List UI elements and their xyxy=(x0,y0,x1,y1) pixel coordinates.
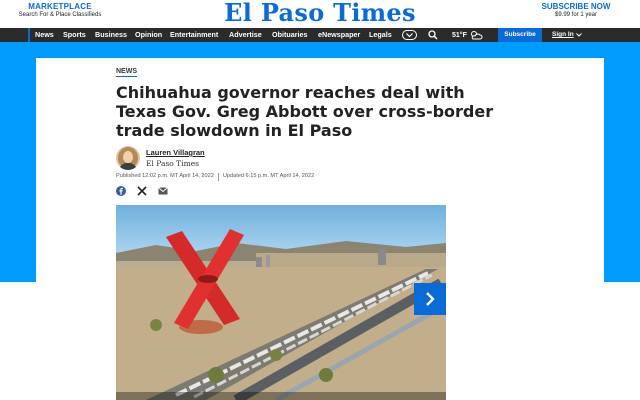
subscribe-button[interactable]: Subscribe xyxy=(498,28,542,42)
email-icon[interactable] xyxy=(158,187,168,195)
author-avatar[interactable] xyxy=(116,146,140,170)
nav-item-obituaries[interactable]: Obituaries xyxy=(272,28,308,42)
nav-item-legals[interactable]: Legals xyxy=(369,28,392,42)
chevron-right-icon xyxy=(425,291,435,307)
section-badge[interactable]: NEWS xyxy=(116,68,137,77)
nav-item-business[interactable]: Business xyxy=(95,28,127,42)
search-icon[interactable] xyxy=(428,28,438,42)
nav-item-news[interactable]: News xyxy=(28,28,54,42)
article-photo[interactable] xyxy=(116,205,446,400)
byline: Lauren Villagran El Paso Times xyxy=(116,146,205,170)
article-headline: Chihuahua governor reaches deal with Tex… xyxy=(116,83,494,140)
article-container: NEWS Chihuahua governor reaches deal wit… xyxy=(36,58,604,400)
nav-item-opinion[interactable]: Opinion xyxy=(135,28,162,42)
partly-cloudy-icon xyxy=(469,30,483,40)
photo-illustration xyxy=(116,229,446,400)
page-gutter-left xyxy=(0,282,36,400)
subscribe-now-link[interactable]: SUBSCRIBE NOW $9.99 for 1 year xyxy=(536,2,616,18)
timestamps: Published 12:02 p.m. MT April 14, 2022 U… xyxy=(116,173,314,181)
nav-item-enewspaper[interactable]: eNewspaper xyxy=(318,28,360,42)
share-bar xyxy=(116,186,168,196)
nav-item-advertise[interactable]: Advertise xyxy=(229,28,262,42)
masthead: MARKETPLACE Search For & Place Classifie… xyxy=(0,0,640,28)
main-nav: News Sports Business Opinion Entertainme… xyxy=(0,28,640,42)
sign-in-button[interactable]: Sign In xyxy=(552,28,582,42)
subscribe-now-title: SUBSCRIBE NOW xyxy=(541,2,611,11)
more-menu-icon[interactable] xyxy=(402,28,417,42)
publication-name: El Paso Times xyxy=(146,159,199,168)
divider xyxy=(217,173,219,181)
published-time: Published 12:02 p.m. MT April 14, 2022 xyxy=(116,173,214,179)
facebook-icon[interactable] xyxy=(116,186,126,196)
nav-item-entertainment[interactable]: Entertainment xyxy=(170,28,218,42)
temperature: 51°F xyxy=(452,31,467,39)
updated-time: Updated 6:15 p.m. MT April 14, 2022 xyxy=(222,173,315,179)
x-icon[interactable] xyxy=(137,186,147,196)
author-name[interactable]: Lauren Villagran xyxy=(146,148,205,157)
nav-item-sports[interactable]: Sports xyxy=(63,28,86,42)
next-photo-button[interactable] xyxy=(414,283,446,315)
chevron-down-icon xyxy=(575,33,582,37)
subscribe-price: $9.99 for 1 year xyxy=(554,12,598,18)
weather-widget[interactable]: 51°F xyxy=(452,28,483,42)
page-gutter-right xyxy=(604,282,640,400)
sign-in-label: Sign In xyxy=(552,31,574,38)
